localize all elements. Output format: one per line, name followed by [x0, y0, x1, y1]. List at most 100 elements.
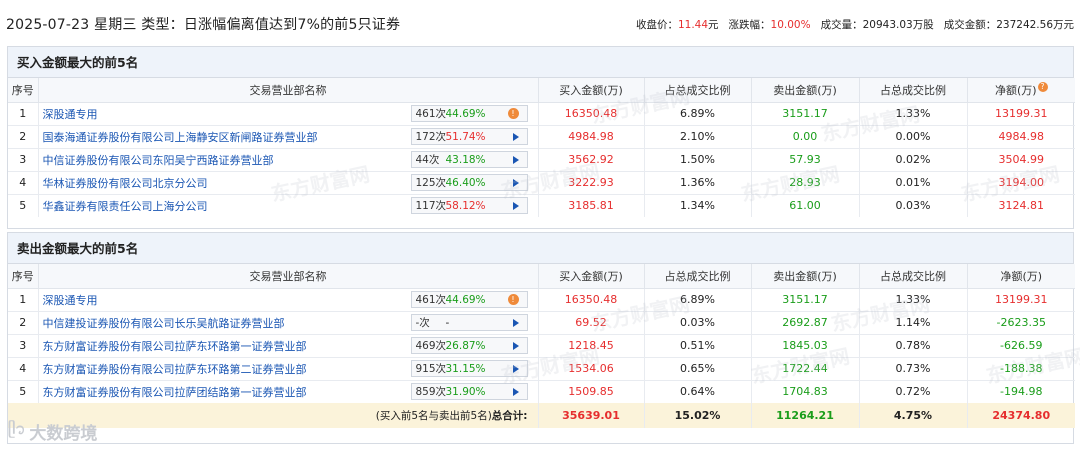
table-row: 1 深股通专用 461次 44.69%! 16350.48 6.89% 3151.17 1.3…	[8, 102, 1075, 126]
appearance-count: 125次	[415, 177, 447, 189]
col-sell-amount: 卖出金额(万)	[751, 78, 860, 103]
sell-amount: 3151.17	[751, 288, 860, 312]
broker-name-link[interactable]: 华鑫证券有限责任公司上海分公司	[43, 198, 208, 214]
appearance-badge[interactable]: 915次 31.15%	[410, 360, 528, 377]
sell-top5-title: 卖出金额最大的前5名	[8, 233, 1073, 264]
broker-name-link[interactable]: 华林证券股份有限公司北京分公司	[43, 175, 208, 191]
broker-name-link[interactable]: 深股通专用	[43, 106, 98, 122]
col-net: 净额(万)	[967, 264, 1075, 289]
appearance-badge[interactable]: 117次 58.12%	[410, 197, 528, 215]
broker-name-link[interactable]: 中信证券股份有限公司东阳吴宁西路证券营业部	[43, 152, 274, 168]
appearance-count: 172次	[415, 131, 447, 143]
play-arrow-icon[interactable]	[512, 387, 519, 396]
broker-name-link[interactable]: 东方财富证券股份有限公司拉萨东环路第一证券营业部	[43, 338, 307, 354]
win-rate: 31.90%	[445, 385, 486, 398]
net-amount: 3124.81	[998, 199, 1045, 213]
table-row: 2 国泰海通证券股份有限公司上海静安区新闸路证券营业部 172次 51.74% 4984…	[8, 125, 1075, 149]
win-rate: 44.69%	[445, 107, 486, 120]
sell-amount: 57.93	[751, 148, 860, 172]
col-sell-ratio: 占总成交比例	[859, 264, 968, 289]
col-buy-ratio: 占总成交比例	[644, 78, 752, 103]
row-index: 3	[8, 334, 39, 358]
summary-row: (买入前5名与卖出前5名)总合计: 35639.01 15.02% 11264.…	[8, 403, 1075, 428]
orange-info-icon[interactable]: !	[507, 294, 519, 305]
appearance-count: 117次	[415, 200, 447, 213]
table-row: 5 东方财富证券股份有限公司拉萨团结路第一证券营业部 859次 31.90% 1509.…	[8, 380, 1075, 403]
help-icon[interactable]: ?	[1037, 82, 1048, 93]
page-title: 2025-07-23 星期三 类型：日涨幅偏离值达到7%的前5只证券	[6, 17, 401, 33]
row-index: 5	[8, 380, 39, 403]
appearance-badge[interactable]: 859次 31.90%	[410, 383, 528, 401]
win-rate: 44.69%	[445, 293, 486, 306]
summary-buy-ratio: 15.02%	[644, 403, 752, 428]
buy-amount: 1218.45	[538, 334, 645, 358]
appearance-count: 44次	[415, 154, 440, 166]
buy-ratio: 6.89%	[644, 288, 752, 312]
play-arrow-icon[interactable]	[512, 155, 519, 164]
table-row: 4 华林证券股份有限公司北京分公司 125次 46.40% 3222.93 1.36% 28…	[8, 171, 1075, 195]
play-arrow-icon[interactable]	[512, 201, 519, 210]
col-idx: 序号	[8, 264, 39, 289]
appearance-count: 915次	[415, 363, 447, 375]
play-arrow-icon[interactable]	[512, 178, 519, 187]
buy-top5-table: 序号 交易营业部名称 买入金额(万) 占总成交比例 卖出金额(万) 占总成交比例…	[8, 78, 1075, 217]
col-name: 交易营业部名称	[38, 78, 539, 103]
broker-name-link[interactable]: 东方财富证券股份有限公司拉萨团结路第一证券营业部	[43, 384, 307, 400]
buy-amount: 3562.92	[538, 148, 645, 172]
net-amount: 13199.31	[967, 102, 1075, 126]
play-arrow-icon[interactable]	[512, 318, 519, 327]
sell-ratio: 1.33%	[859, 102, 968, 126]
sell-top5-panel: 卖出金额最大的前5名 序号 交易营业部名称 买入金额(万) 占总成交比例 卖出金…	[7, 232, 1075, 444]
appearance-count: 461次	[415, 294, 447, 306]
col-sell-ratio: 占总成交比例	[859, 78, 968, 103]
buy-ratio: 1.50%	[644, 148, 752, 172]
row-index: 1	[8, 288, 39, 312]
broker-name-link[interactable]: 中信建投证券股份有限公司长乐吴航路证券营业部	[43, 315, 285, 331]
sell-ratio: 1.33%	[859, 288, 968, 312]
table-row: 5 华鑫证券有限责任公司上海分公司 117次 58.12% 3185.81 1.34% 61…	[8, 194, 1075, 217]
appearance-badge[interactable]: 461次 44.69%!	[410, 105, 528, 122]
buy-ratio: 2.10%	[644, 125, 752, 149]
close-price-label: 收盘价：	[635, 19, 678, 31]
col-buy-amount: 买入金额(万)	[538, 78, 645, 103]
appearance-badge[interactable]: 461次 44.69%!	[410, 291, 528, 308]
close-price-value: 11.44	[677, 19, 709, 31]
buy-ratio: 1.34%	[644, 194, 752, 217]
sell-amount: 28.93	[751, 171, 860, 195]
net-amount: -188.38	[967, 357, 1075, 381]
corner-logo: ᥫ᭡ 大数跨境	[8, 418, 97, 445]
appearance-badge[interactable]: 469次 26.87%	[410, 337, 528, 354]
sell-amount: 61.00	[751, 194, 860, 217]
play-arrow-icon[interactable]	[512, 132, 519, 141]
logo-mark-icon: ᥫ᭡	[8, 420, 26, 438]
top-bar: 2025-07-23 星期三 类型：日涨幅偏离值达到7%的前5只证券 收盘价：1…	[0, 0, 1080, 44]
stock-stats: 收盘价：11.44元 涨跌幅：10.00% 成交量：20943.03万股 成交金…	[636, 17, 1074, 32]
broker-name-link[interactable]: 国泰海通证券股份有限公司上海静安区新闸路证券营业部	[43, 129, 318, 145]
appearance-badge[interactable]: 125次 46.40%	[410, 174, 528, 191]
play-arrow-icon[interactable]	[512, 341, 519, 350]
table-row: 3 中信证券股份有限公司东阳吴宁西路证券营业部 44次 43.18% 3562.92 1.…	[8, 148, 1075, 172]
sell-top5-table: 序号 交易营业部名称 买入金额(万) 占总成交比例 卖出金额(万) 占总成交比例…	[8, 264, 1075, 428]
broker-name-link[interactable]: 深股通专用	[43, 292, 98, 308]
appearance-count: -次	[415, 317, 430, 329]
win-rate: 58.12%	[445, 199, 486, 212]
appearance-badge[interactable]: -次 -	[410, 314, 528, 331]
sell-ratio: 1.14%	[859, 311, 968, 335]
appearance-count: 461次	[415, 108, 447, 120]
col-net: 净额(万)?	[967, 78, 1075, 103]
buy-amount: 1534.06	[538, 357, 645, 381]
buy-ratio: 1.36%	[644, 171, 752, 195]
sell-ratio: 0.03%	[859, 194, 968, 217]
volume-value: 20943.03万股	[862, 19, 934, 31]
play-arrow-icon[interactable]	[512, 364, 519, 373]
sell-amount: 0.00	[751, 125, 860, 149]
row-index: 4	[8, 171, 39, 195]
net-amount: 3504.99	[967, 148, 1075, 172]
change-label: 涨跌幅：	[728, 19, 771, 31]
broker-name-link[interactable]: 东方财富证券股份有限公司拉萨东环路第二证券营业部	[43, 361, 307, 377]
orange-info-icon[interactable]: !	[507, 108, 519, 119]
appearance-badge[interactable]: 172次 51.74%	[410, 128, 528, 145]
col-name: 交易营业部名称	[38, 264, 539, 289]
appearance-badge[interactable]: 44次 43.18%	[410, 151, 528, 168]
sell-ratio: 0.73%	[859, 357, 968, 381]
